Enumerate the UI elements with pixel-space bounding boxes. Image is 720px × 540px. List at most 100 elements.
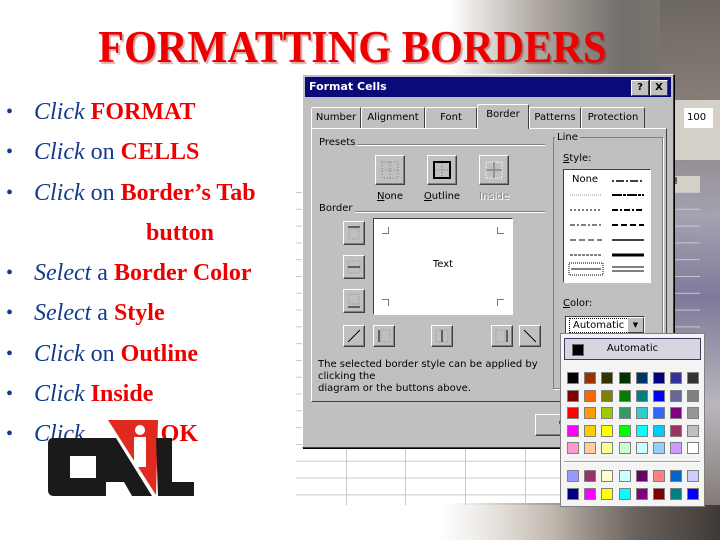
color-swatch[interactable]	[670, 372, 683, 384]
color-swatch[interactable]	[618, 389, 631, 402]
dialog-titlebar[interactable]: Format Cells ? X	[305, 77, 671, 97]
color-swatch[interactable]	[584, 424, 597, 437]
color-swatch[interactable]	[687, 470, 700, 482]
border-inside-vertical-icon	[435, 329, 449, 343]
color-swatch[interactable]	[687, 487, 700, 500]
border-inside-horizontal-button[interactable]	[343, 255, 365, 279]
border-inside-vertical-button[interactable]	[431, 325, 453, 347]
column-header-h[interactable]: H	[670, 176, 700, 193]
border-diagonal-down-button[interactable]	[519, 325, 541, 347]
preset-outline-button[interactable]	[427, 155, 457, 185]
color-swatch[interactable]	[670, 424, 683, 437]
border-diagonal-up-button[interactable]	[343, 325, 365, 347]
color-swatch[interactable]	[635, 442, 648, 454]
preview-text: Text	[432, 259, 454, 270]
color-swatch[interactable]	[635, 470, 648, 482]
instruction-keyword: Outline	[120, 340, 198, 367]
color-swatch[interactable]	[601, 424, 614, 437]
color-swatch[interactable]	[618, 424, 631, 437]
color-swatch[interactable]	[635, 389, 648, 402]
border-right-button[interactable]	[491, 325, 513, 347]
color-swatch[interactable]	[618, 487, 631, 500]
color-swatch[interactable]	[653, 407, 665, 419]
color-swatch[interactable]	[567, 372, 579, 384]
color-swatch[interactable]	[653, 487, 665, 500]
color-swatch[interactable]	[653, 470, 665, 482]
color-swatch[interactable]	[687, 424, 700, 437]
tab-patterns[interactable]: Patterns	[529, 107, 581, 128]
help-button[interactable]: ?	[631, 80, 649, 96]
color-swatch[interactable]	[601, 389, 614, 402]
preset-inside-button[interactable]	[479, 155, 509, 185]
border-preview[interactable]: Text	[373, 218, 513, 315]
color-dropdown[interactable]: Automatic ▼	[565, 316, 645, 334]
color-swatch[interactable]	[653, 389, 665, 402]
color-swatch[interactable]	[601, 442, 614, 454]
color-swatch[interactable]	[670, 487, 683, 500]
line-style-list[interactable]: None	[563, 169, 651, 283]
color-swatch[interactable]	[567, 389, 579, 402]
color-swatch[interactable]	[687, 442, 700, 454]
color-swatch[interactable]	[618, 442, 631, 454]
color-swatch[interactable]	[670, 442, 683, 454]
color-swatch[interactable]	[618, 372, 631, 384]
line-style-options	[568, 180, 644, 276]
zoom-box[interactable]: 100	[684, 108, 713, 128]
color-swatch[interactable]	[618, 407, 631, 419]
instruction-connector: on	[90, 179, 115, 206]
instruction-verb: Click	[34, 381, 85, 408]
border-divider	[349, 211, 545, 213]
color-swatch[interactable]	[584, 442, 597, 454]
color-swatch[interactable]	[584, 470, 597, 482]
color-swatch[interactable]	[653, 442, 665, 454]
chevron-down-icon[interactable]: ▼	[627, 317, 644, 333]
color-swatch[interactable]	[670, 389, 683, 402]
color-swatch[interactable]	[567, 442, 579, 454]
color-dropdown-value: Automatic	[569, 318, 631, 333]
color-swatch[interactable]	[635, 372, 648, 384]
tab-alignment[interactable]: Alignment	[361, 107, 425, 128]
close-button[interactable]: X	[650, 80, 668, 96]
tab-font[interactable]: Font	[425, 107, 477, 128]
tab-border[interactable]: Border	[477, 104, 529, 129]
border-top-button[interactable]	[343, 221, 365, 245]
border-right-icon	[495, 329, 508, 343]
color-swatch[interactable]	[653, 424, 665, 437]
tab-protection[interactable]: Protection	[581, 107, 645, 128]
color-swatch[interactable]	[567, 407, 579, 419]
tab-number[interactable]: Number	[311, 107, 361, 128]
color-swatch[interactable]	[601, 372, 614, 384]
preview-corner-mark	[497, 227, 504, 234]
color-swatch[interactable]	[567, 487, 579, 500]
automatic-color-option[interactable]: Automatic	[564, 338, 701, 360]
color-swatch[interactable]	[601, 407, 614, 419]
color-swatch[interactable]	[584, 487, 597, 500]
color-swatch[interactable]	[567, 470, 579, 482]
color-swatch[interactable]	[653, 372, 665, 384]
instruction-item: • Click on CELLS	[6, 132, 256, 172]
color-swatch[interactable]	[584, 389, 597, 402]
preset-none-button[interactable]	[375, 155, 405, 185]
color-swatch[interactable]	[670, 470, 683, 482]
slide-title: FORMATTING BORDERS	[98, 21, 607, 72]
color-swatch[interactable]	[687, 407, 700, 419]
cal-logo	[48, 420, 194, 496]
color-swatch[interactable]	[601, 470, 614, 482]
grid-column-line	[525, 440, 526, 505]
border-bottom-button[interactable]	[343, 289, 365, 313]
color-swatch[interactable]	[584, 372, 597, 384]
color-swatch[interactable]	[687, 372, 700, 384]
color-swatch[interactable]	[601, 487, 614, 500]
border-left-button[interactable]	[373, 325, 395, 347]
color-swatch[interactable]	[635, 487, 648, 500]
color-swatch[interactable]	[635, 407, 648, 419]
color-swatch[interactable]	[618, 470, 631, 482]
color-swatch[interactable]	[687, 389, 700, 402]
color-swatch[interactable]	[584, 407, 597, 419]
instruction-verb: Select	[34, 300, 92, 327]
color-swatch[interactable]	[670, 407, 683, 419]
color-swatch[interactable]	[567, 424, 579, 437]
color-swatch[interactable]	[635, 424, 648, 437]
instruction-connector: on	[90, 340, 115, 367]
border-diagonal-up-icon	[347, 329, 361, 343]
